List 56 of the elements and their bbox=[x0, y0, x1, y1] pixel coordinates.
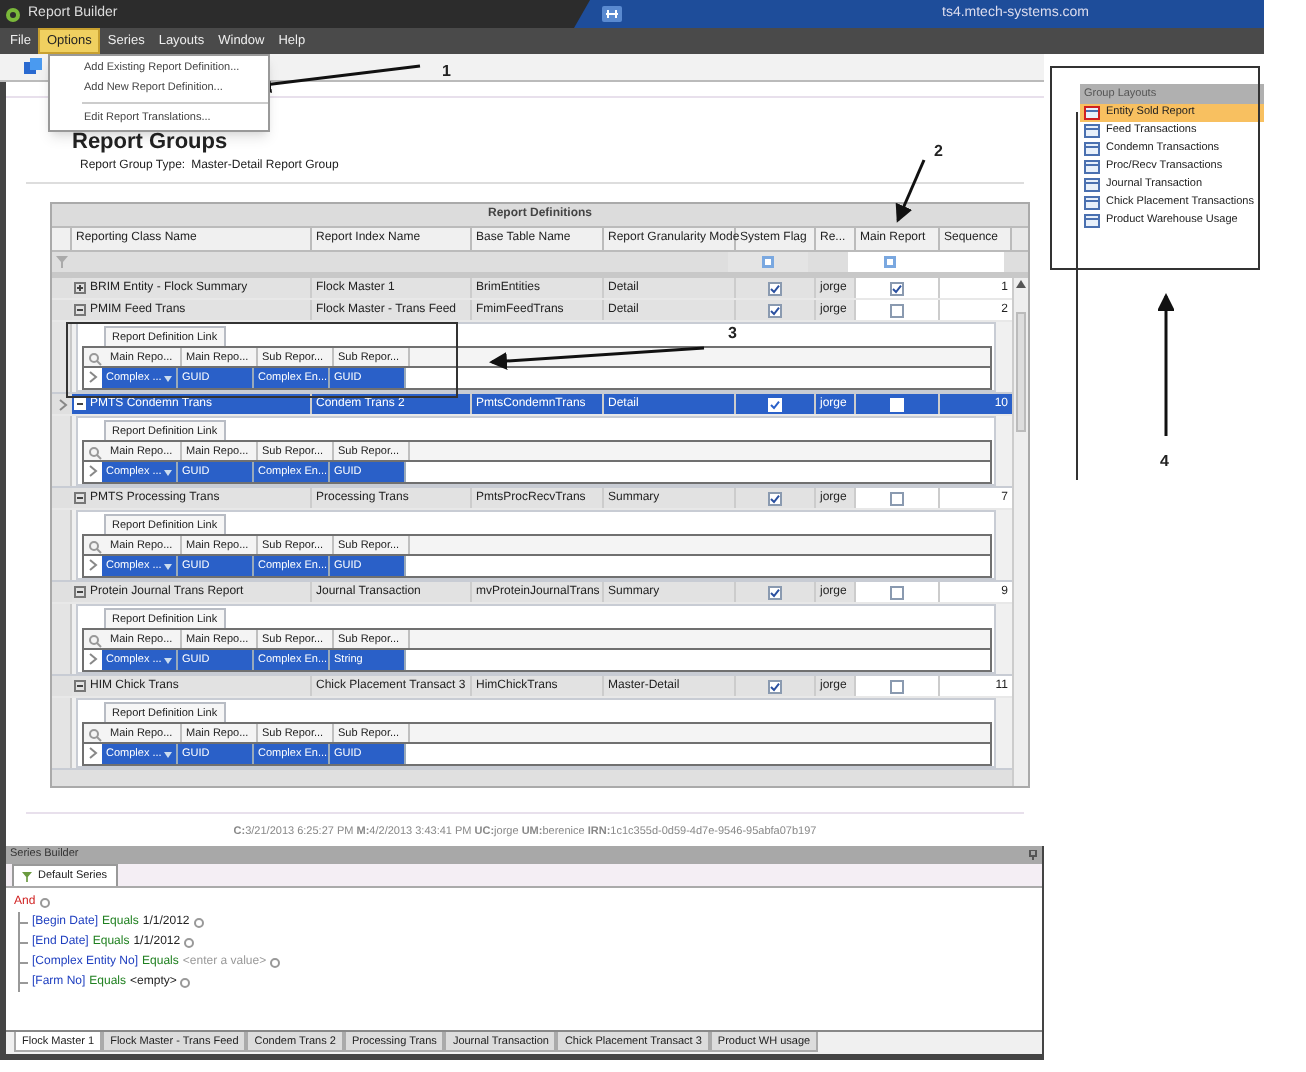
filter-cell[interactable] bbox=[932, 252, 1004, 272]
caret-icon[interactable] bbox=[164, 751, 172, 757]
layout-icon bbox=[1084, 124, 1100, 138]
filter-icon bbox=[22, 871, 32, 881]
checkbox[interactable] bbox=[890, 491, 904, 505]
search-icon bbox=[88, 446, 102, 460]
annotation-number: 4 bbox=[1160, 450, 1169, 474]
page-heading: Report Groups bbox=[72, 130, 228, 156]
annotation-arrow bbox=[1158, 293, 1174, 436]
layout-icon bbox=[1084, 196, 1100, 210]
scroll-thumb[interactable] bbox=[1016, 312, 1026, 432]
layout-icon bbox=[1084, 106, 1100, 120]
collapse-icon[interactable] bbox=[74, 492, 86, 504]
caret-icon[interactable] bbox=[164, 375, 172, 381]
checkbox[interactable] bbox=[768, 303, 782, 317]
row-pointer-icon bbox=[57, 397, 67, 411]
remove-icon[interactable] bbox=[180, 977, 191, 987]
layout-icon bbox=[1084, 214, 1100, 228]
annotation-number: 1 bbox=[442, 60, 451, 84]
search-icon bbox=[88, 728, 102, 742]
pin-icon[interactable] bbox=[1028, 850, 1038, 860]
windows-icon[interactable] bbox=[24, 58, 42, 76]
row-pointer-icon bbox=[86, 464, 100, 478]
checkbox[interactable] bbox=[890, 679, 904, 693]
search-icon bbox=[88, 540, 102, 554]
collapse-icon[interactable] bbox=[74, 586, 86, 598]
annotation-number: 2 bbox=[934, 140, 943, 164]
row-pointer-icon bbox=[86, 746, 100, 760]
checkbox[interactable] bbox=[768, 585, 782, 599]
checkbox[interactable] bbox=[768, 281, 782, 295]
annotation-arrow bbox=[895, 159, 926, 223]
checkbox[interactable] bbox=[768, 679, 782, 693]
search-icon bbox=[88, 634, 102, 648]
search-icon bbox=[88, 352, 102, 366]
collapse-icon[interactable] bbox=[74, 680, 86, 692]
row-pointer-icon bbox=[86, 652, 100, 666]
checkbox[interactable] bbox=[890, 585, 904, 599]
add-icon[interactable] bbox=[39, 897, 50, 907]
caret-icon[interactable] bbox=[164, 563, 172, 569]
layout-icon bbox=[1084, 142, 1100, 156]
checkbox[interactable] bbox=[768, 491, 782, 505]
row-pointer-icon bbox=[86, 370, 100, 384]
filter-state-icon[interactable] bbox=[884, 256, 896, 268]
caret-icon[interactable] bbox=[164, 469, 172, 475]
layout-icon bbox=[1084, 160, 1100, 174]
checkbox[interactable] bbox=[768, 397, 782, 411]
row-pointer-icon bbox=[86, 558, 100, 572]
remove-icon[interactable] bbox=[270, 957, 281, 967]
checkbox[interactable] bbox=[890, 303, 904, 317]
layout-icon bbox=[1084, 178, 1100, 192]
checkbox[interactable] bbox=[890, 281, 904, 295]
expand-icon[interactable] bbox=[74, 282, 86, 294]
collapse-icon[interactable] bbox=[74, 304, 86, 316]
annotation-number: 3 bbox=[728, 322, 737, 346]
caret-icon[interactable] bbox=[164, 657, 172, 663]
filter-state-icon[interactable] bbox=[762, 256, 774, 268]
